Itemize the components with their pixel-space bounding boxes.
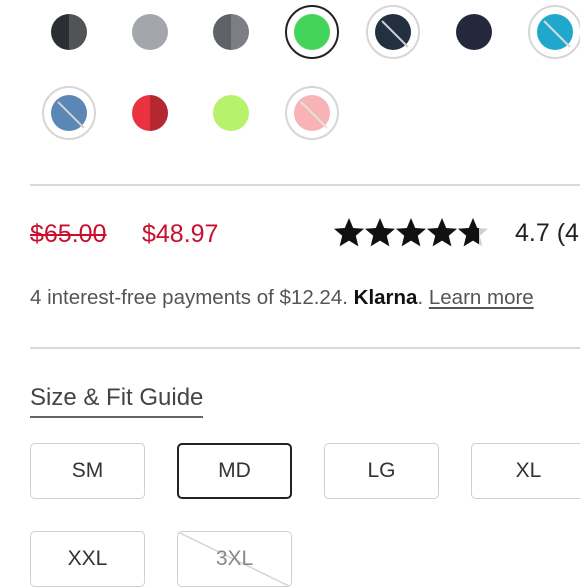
swatch-color-dot — [456, 14, 492, 50]
swatch-color-dot — [294, 95, 330, 131]
swatch-color-dot — [132, 95, 168, 131]
original-price: $65.00 — [30, 220, 107, 248]
star-icon — [365, 218, 395, 247]
swatch-color-dot — [213, 14, 249, 50]
color-swatch-4-selected[interactable] — [285, 5, 339, 59]
swatch-color-dot — [51, 14, 87, 50]
rating-text[interactable]: 4.7 (4 — [515, 219, 579, 248]
size-label: SM — [71, 459, 104, 482]
size-label: XXL — [67, 547, 108, 570]
color-swatch-7-unavailable[interactable] — [528, 5, 580, 59]
learn-more-link[interactable]: Learn more — [429, 286, 534, 309]
payments-info: 4 interest-free payments of $12.24. — [30, 286, 348, 309]
color-swatch-9[interactable] — [123, 86, 177, 140]
partial-star-icon — [458, 218, 488, 247]
size-fit-guide-link[interactable]: Size & Fit Guide — [30, 384, 204, 418]
klarna-logo: Klarna — [353, 286, 418, 309]
color-swatch-8-unavailable[interactable] — [42, 86, 96, 140]
swatch-color-dot — [537, 14, 573, 50]
rating-stars[interactable] — [334, 214, 494, 250]
size-label: LG — [367, 459, 396, 482]
size-label: 3XL — [215, 547, 254, 570]
color-swatch-2[interactable] — [123, 5, 177, 59]
size-option-md[interactable]: MD — [177, 443, 292, 499]
swatch-color-dot — [294, 14, 330, 50]
size-option-sm[interactable]: SM — [30, 443, 145, 499]
color-swatch-5-unavailable[interactable] — [366, 5, 420, 59]
swatch-color-dot — [132, 14, 168, 50]
swatch-color-dot — [213, 95, 249, 131]
klarna-payments-text: 4 interest-free payments of $12.24. Klar… — [30, 286, 534, 310]
color-swatch-6[interactable] — [447, 5, 501, 59]
swatch-color-dot — [375, 14, 411, 50]
color-swatch-1[interactable] — [42, 5, 96, 59]
sale-price: $48.97 — [142, 220, 219, 248]
payments-period: . — [417, 286, 424, 309]
swatch-color-dot — [51, 95, 87, 131]
divider-middle — [30, 347, 580, 349]
star-icon — [334, 218, 364, 247]
color-swatch-3[interactable] — [204, 5, 258, 59]
size-option-lg[interactable]: LG — [324, 443, 439, 499]
divider-top — [30, 184, 580, 186]
star-icon — [427, 218, 457, 247]
color-swatch-11-unavailable[interactable] — [285, 86, 339, 140]
star-icon — [396, 218, 426, 247]
color-swatch-10[interactable] — [204, 86, 258, 140]
size-label: MD — [218, 459, 251, 482]
size-label: XL — [515, 459, 542, 482]
size-option-xl[interactable]: XL — [471, 443, 580, 499]
